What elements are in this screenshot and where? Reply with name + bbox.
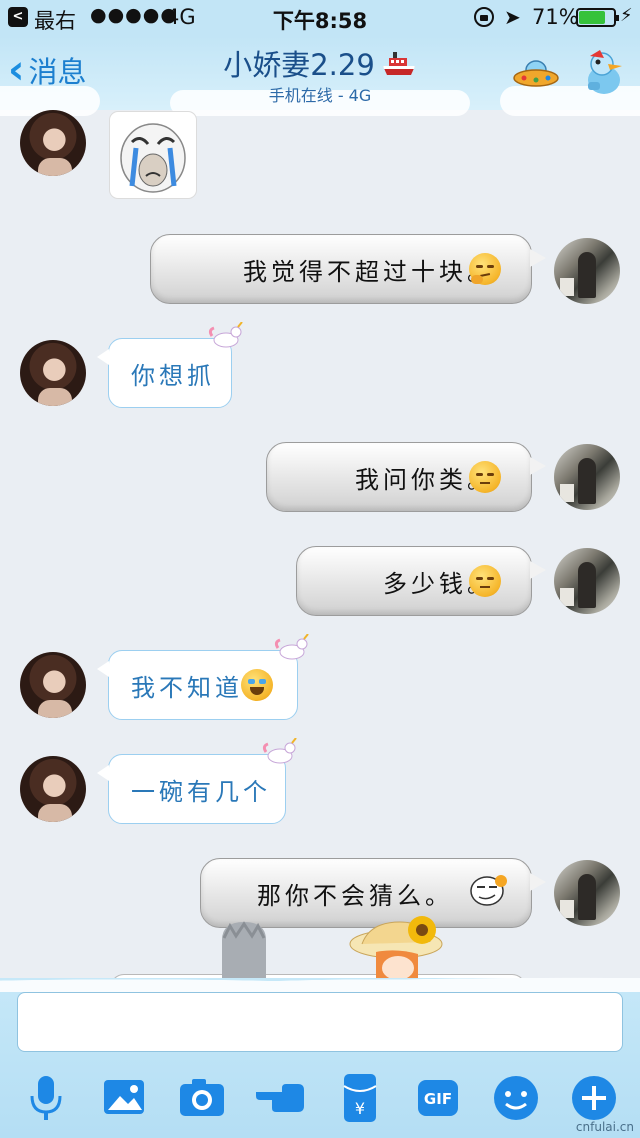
contact-avatar[interactable] bbox=[20, 652, 86, 718]
red-packet-button[interactable]: ¥ bbox=[332, 1070, 388, 1126]
cartoon-head-sticker bbox=[222, 921, 266, 978]
emoji-button[interactable] bbox=[488, 1070, 544, 1126]
battery-icon bbox=[576, 8, 619, 27]
location-arrow-icon: ➤ bbox=[504, 5, 521, 29]
my-avatar[interactable] bbox=[554, 860, 620, 926]
ufo-icon[interactable] bbox=[512, 56, 560, 96]
message-text: 一碗有几个 bbox=[131, 778, 271, 806]
input-toolbar: ¥ GIF bbox=[0, 1070, 640, 1126]
camera-button[interactable] bbox=[174, 1070, 230, 1126]
more-button[interactable] bbox=[566, 1070, 622, 1126]
gif-button[interactable]: GIF bbox=[410, 1070, 466, 1126]
unicorn-icon bbox=[274, 634, 309, 660]
contact-name: 小娇妻2.29 bbox=[223, 48, 375, 82]
unicorn-icon bbox=[262, 738, 297, 764]
my-avatar[interactable] bbox=[554, 548, 620, 614]
gif-icon: GIF bbox=[418, 1080, 458, 1116]
microphone-icon bbox=[30, 1076, 62, 1120]
yen-glyph: ¥ bbox=[355, 1099, 365, 1118]
emoji-icon bbox=[494, 1076, 538, 1120]
plus-icon bbox=[572, 1076, 616, 1120]
laughing-tears-emoji-icon bbox=[241, 669, 273, 701]
smirk-face-sticker-icon bbox=[470, 875, 507, 906]
ship-icon bbox=[381, 50, 417, 85]
my-avatar[interactable] bbox=[554, 238, 620, 304]
charging-bolt-icon: ⚡ bbox=[620, 5, 633, 26]
message-text: 我不知道 bbox=[131, 674, 243, 702]
message-text: 那你不会猜么。 bbox=[257, 882, 453, 910]
message-text: 你想抓 bbox=[131, 362, 215, 390]
camera-icon bbox=[180, 1079, 224, 1116]
contact-avatar[interactable] bbox=[20, 340, 86, 406]
poke-hand-icon bbox=[256, 1084, 304, 1112]
thinking-emoji-icon bbox=[469, 253, 501, 285]
panel-cloud-decoration bbox=[0, 970, 640, 992]
message-text: 多少钱。 bbox=[383, 570, 495, 598]
my-avatar[interactable] bbox=[554, 444, 620, 510]
image-icon bbox=[104, 1080, 144, 1114]
input-panel: ¥ GIF cnfulai.cn bbox=[0, 970, 640, 1138]
image-button[interactable] bbox=[96, 1070, 152, 1126]
battery-percentage: 71% bbox=[532, 5, 579, 29]
unamused-emoji-icon bbox=[469, 565, 501, 597]
rotation-lock-icon bbox=[474, 7, 494, 27]
outgoing-message-bubble[interactable]: 多少钱。 bbox=[296, 546, 546, 616]
message-text: 我问你类。 bbox=[355, 466, 495, 494]
crying-meme-sticker[interactable] bbox=[110, 112, 196, 198]
outgoing-message-bubble[interactable]: 我问你类。 bbox=[266, 442, 546, 512]
watermark: cnfulai.cn bbox=[575, 1120, 634, 1134]
sunflower-girl-sticker bbox=[349, 916, 443, 978]
message-input[interactable] bbox=[17, 992, 623, 1052]
unicorn-icon bbox=[208, 322, 243, 348]
contact-avatar[interactable] bbox=[20, 756, 86, 822]
poke-button[interactable] bbox=[252, 1070, 308, 1126]
gif-label: GIF bbox=[424, 1090, 452, 1108]
message-text: 我觉得不超过十块。 bbox=[243, 258, 495, 286]
duck-icon[interactable] bbox=[582, 48, 626, 102]
unamused-emoji-icon bbox=[469, 461, 501, 493]
contact-avatar[interactable] bbox=[20, 110, 86, 176]
voice-button[interactable] bbox=[18, 1070, 74, 1126]
message-list[interactable]: 我觉得不超过十块。 你想抓 我问你类。 多少钱。 我不知道 一碗有几个 那你不会… bbox=[0, 110, 640, 978]
status-bar: < 最右 ●●●●● 4G 下午8:58 ➤ 71% ⚡ bbox=[0, 0, 640, 36]
incoming-message-bubble[interactable]: 我不知道 bbox=[97, 650, 298, 720]
chat-header: ‹ 消息 小娇妻2.29 手机在线 - 4G bbox=[0, 36, 640, 116]
outgoing-message-bubble[interactable]: 我觉得不超过十块。 bbox=[150, 234, 546, 304]
red-packet-icon: ¥ bbox=[343, 1074, 377, 1122]
